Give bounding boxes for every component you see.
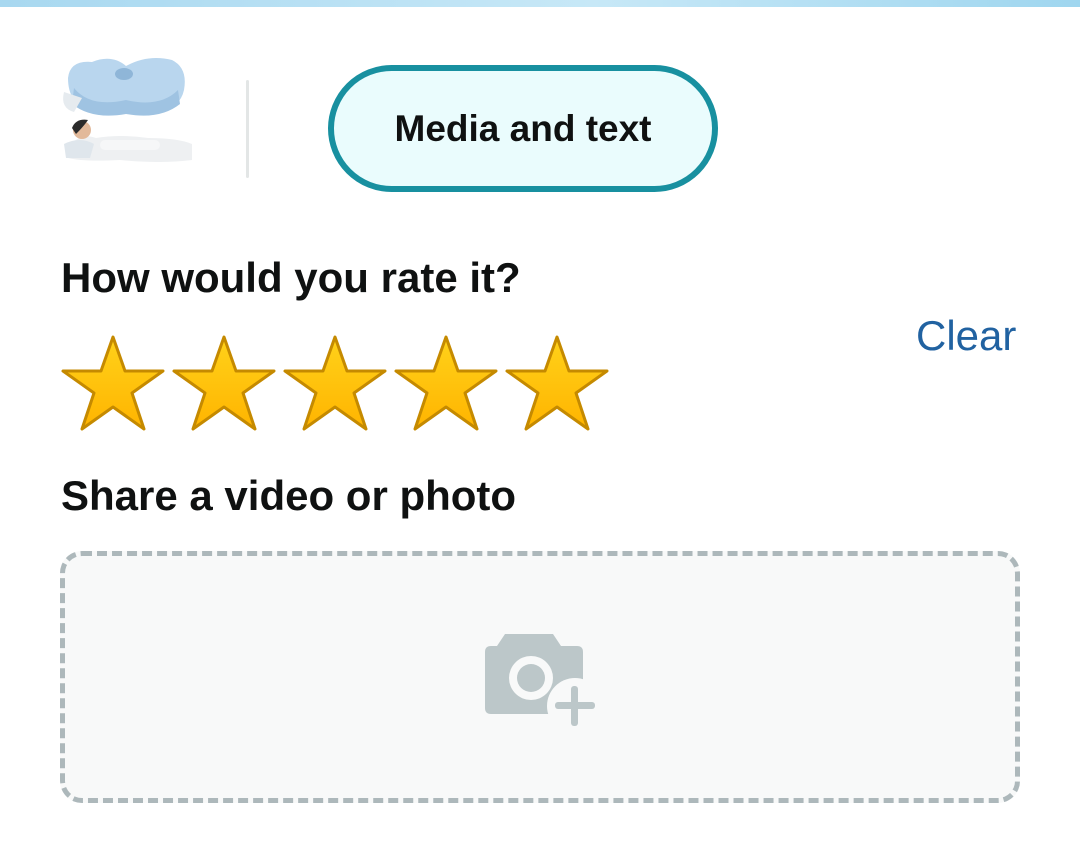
star-2-icon[interactable]	[170, 333, 278, 433]
share-media-heading: Share a video or photo	[61, 472, 517, 519]
vertical-divider	[246, 80, 249, 178]
star-3-icon[interactable]	[281, 333, 389, 433]
star-1-icon[interactable]	[59, 333, 167, 433]
star-rating[interactable]	[59, 333, 619, 433]
star-4-icon[interactable]	[392, 333, 500, 433]
camera-add-icon	[483, 624, 603, 734]
review-page: Media and text How would you rate it? Cl…	[0, 0, 1080, 843]
top-gradient-bar	[0, 0, 1080, 7]
rating-heading: How would you rate it?	[61, 254, 521, 301]
clear-rating-link[interactable]: Clear	[916, 312, 1016, 360]
media-upload-area[interactable]	[60, 551, 1020, 803]
tab-media-and-text[interactable]: Media and text	[328, 65, 718, 192]
star-5-icon[interactable]	[503, 333, 611, 433]
product-thumbnail	[60, 48, 194, 174]
